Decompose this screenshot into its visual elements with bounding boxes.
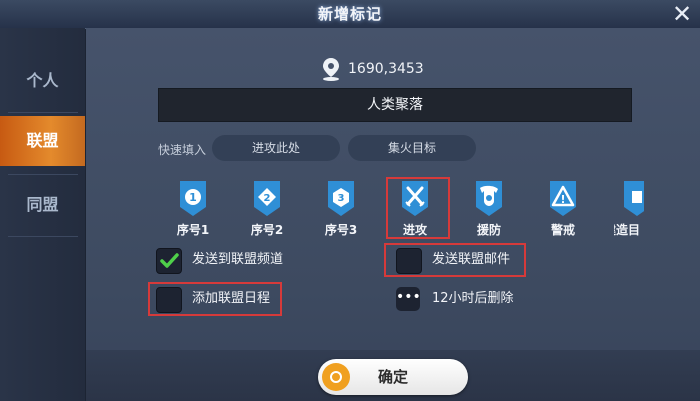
- send-to-channel-checkbox[interactable]: 发送到联盟频道: [156, 247, 356, 274]
- marker-reinforce[interactable]: 援防: [466, 181, 512, 239]
- auto-delete-option[interactable]: ••• 12小时后删除: [396, 286, 556, 312]
- close-icon[interactable]: ✕: [670, 2, 694, 26]
- number-one-icon: 1: [180, 181, 206, 216]
- tab-divider: [8, 112, 78, 113]
- marker-badge: !: [560, 193, 565, 206]
- focus-target-button[interactable]: 集火目标: [348, 135, 476, 161]
- confirm-label: 确定: [377, 368, 408, 386]
- crossed-swords-icon: [402, 181, 428, 216]
- tab-personal[interactable]: 个人: [0, 56, 85, 106]
- marker-label: 序号3: [324, 223, 358, 237]
- check-icon: [160, 253, 179, 268]
- quick-fill-label: 快速填入: [158, 143, 207, 157]
- marker-badge: 2: [264, 193, 271, 204]
- confirm-icon: [322, 363, 350, 391]
- sidebar: 个人 联盟 同盟: [0, 28, 85, 401]
- marker-number-3[interactable]: 3 序号3: [318, 181, 364, 239]
- marker-number-1[interactable]: 1 序号1: [170, 181, 216, 239]
- marker-name-input[interactable]: 人类聚落: [158, 88, 632, 122]
- more-dots-icon[interactable]: •••: [396, 287, 421, 311]
- marker-label: 进攻: [402, 223, 427, 237]
- marker-attack[interactable]: 进攻: [386, 177, 450, 239]
- checkbox[interactable]: [156, 287, 182, 313]
- checkbox[interactable]: [396, 248, 422, 274]
- marker-build[interactable]: 建造目: [614, 181, 644, 239]
- option-label: 发送到联盟频道: [192, 252, 284, 267]
- main-panel: 1690,3453 人类聚落 快速填入 进攻此处 集火目标 1 序号1 2 序号…: [86, 28, 700, 401]
- number-two-icon: 2: [254, 181, 280, 216]
- marker-label: 警戒: [550, 223, 575, 237]
- tab-divider: [8, 236, 78, 237]
- option-label: 12小时后删除: [432, 291, 514, 306]
- add-schedule-checkbox[interactable]: 添加联盟日程: [156, 286, 278, 313]
- marker-label: 序号1: [176, 223, 210, 237]
- window-title: 新增标记: [317, 5, 382, 23]
- confirm-button[interactable]: 确定: [318, 359, 468, 395]
- shield-icon: [476, 181, 502, 216]
- number-three-icon: 3: [328, 181, 354, 216]
- build-icon: [624, 181, 644, 216]
- attack-here-button[interactable]: 进攻此处: [212, 135, 340, 161]
- tab-league[interactable]: 同盟: [0, 180, 85, 230]
- checkbox[interactable]: [156, 248, 182, 274]
- coordinates: 1690,3453: [323, 57, 424, 81]
- coordinates-text: 1690,3453: [348, 61, 424, 77]
- marker-badge: 3: [338, 193, 345, 204]
- marker-number-2[interactable]: 2 序号2: [244, 181, 290, 239]
- tab-alliance[interactable]: 联盟: [0, 116, 85, 166]
- option-label: 添加联盟日程: [192, 291, 271, 306]
- send-mail-checkbox[interactable]: 发送联盟邮件: [396, 247, 522, 274]
- tab-divider: [8, 174, 78, 175]
- marker-alert[interactable]: ! 警戒: [540, 181, 586, 239]
- marker-label: 序号2: [250, 223, 284, 237]
- warning-icon: !: [550, 181, 576, 216]
- marker-label: 建造目: [614, 223, 641, 237]
- marker-label: 援防: [476, 223, 501, 237]
- option-label: 发送联盟邮件: [432, 252, 511, 267]
- marker-badge: 1: [189, 191, 197, 204]
- title-bar: 新增标记 ✕: [0, 0, 700, 29]
- location-pin-icon: [323, 58, 339, 81]
